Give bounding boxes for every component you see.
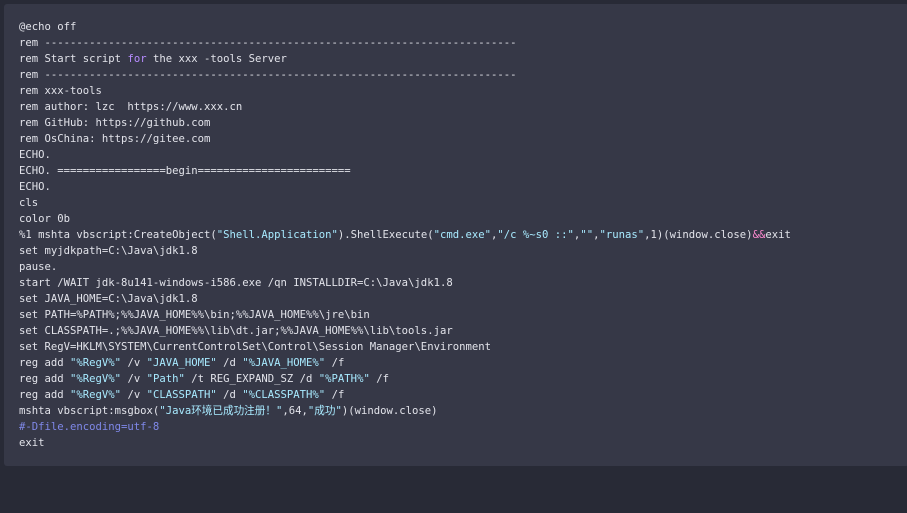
code-line: rem author: lzc https://www.xxx.cn <box>19 99 791 115</box>
string-literal: "%JAVA_HOME%" <box>242 357 326 369</box>
code-line: pause. <box>19 259 791 275</box>
code-text: /v <box>121 357 147 369</box>
code-text: )(window.close) <box>341 405 438 417</box>
code-text: /f <box>325 389 345 401</box>
string-literal: "%RegV%" <box>70 373 122 385</box>
code-line: rem ------------------------------------… <box>19 35 791 51</box>
code-text: /v <box>121 373 147 385</box>
code-text: exit <box>765 229 791 241</box>
string-literal: "%RegV%" <box>70 357 122 369</box>
code-text: @echo off <box>19 21 77 33</box>
code-text: ECHO. <box>19 149 51 161</box>
code-text: reg add <box>19 373 71 385</box>
code-block-panel: @echo off rem ---------------------------… <box>4 4 907 466</box>
code-text: start /WAIT jdk-8u141-windows-i586.exe /… <box>19 277 453 289</box>
code-text: the xxx -tools Server <box>146 53 287 65</box>
code-text: rem ------------------------------------… <box>19 69 517 81</box>
string-literal: "CLASSPATH" <box>146 389 217 401</box>
code-line: set JAVA_HOME=C:\Java\jdk1.8 <box>19 291 791 307</box>
code-text: /t REG_EXPAND_SZ /d <box>184 373 319 385</box>
code-line: rem GitHub: https://github.com <box>19 115 791 131</box>
string-literal: "/c %~s0 ::" <box>497 229 574 241</box>
code-text: ,1)(window.close) <box>644 229 753 241</box>
string-literal: "Java环境已成功注册！" <box>159 405 283 417</box>
code-text: /v <box>121 389 147 401</box>
code-line: set RegV=HKLM\SYSTEM\CurrentControlSet\C… <box>19 339 791 355</box>
string-literal: "Path" <box>146 373 185 385</box>
code-line: rem Start script for the xxx -tools Serv… <box>19 51 791 67</box>
code-line: rem ------------------------------------… <box>19 67 791 83</box>
code-line: ECHO. <box>19 147 791 163</box>
code-text: reg add <box>19 357 71 369</box>
code-text: rem OsChina: https://gitee.com <box>19 133 211 145</box>
code-text: /f <box>369 373 389 385</box>
code-text: /d <box>216 357 243 369</box>
keyword: for <box>127 53 147 65</box>
code-line: %1 mshta vbscript:CreateObject("Shell.Ap… <box>19 227 791 243</box>
code-text: ECHO. =================begin============… <box>19 165 351 177</box>
code-line: start /WAIT jdk-8u141-windows-i586.exe /… <box>19 275 791 291</box>
code-line: reg add "%RegV%" /v "CLASSPATH" /d "%CLA… <box>19 387 791 403</box>
code-block: @echo off rem ---------------------------… <box>19 19 791 451</box>
string-literal: "" <box>580 229 594 241</box>
string-literal: "成功" <box>307 405 342 417</box>
code-text: ,64, <box>282 405 308 417</box>
code-text: /f <box>325 357 345 369</box>
code-text: rem ------------------------------------… <box>19 37 517 49</box>
comment-text: #-Dfile.encoding=utf-8 <box>19 421 160 433</box>
code-line: cls <box>19 195 791 211</box>
string-literal: "%RegV%" <box>70 389 122 401</box>
code-line: mshta vbscript:msgbox("Java环境已成功注册！",64,… <box>19 403 791 419</box>
code-line: reg add "%RegV%" /v "Path" /t REG_EXPAND… <box>19 371 791 387</box>
code-text: rem GitHub: https://github.com <box>19 117 211 129</box>
code-text: ).ShellExecute( <box>337 229 434 241</box>
code-text: set myjdkpath=C:\Java\jdk1.8 <box>19 245 198 257</box>
code-line: #-Dfile.encoding=utf-8 <box>19 419 791 435</box>
code-text: set RegV=HKLM\SYSTEM\CurrentControlSet\C… <box>19 341 491 353</box>
code-text: pause. <box>19 261 58 273</box>
code-text: /d <box>216 389 243 401</box>
code-line: set CLASSPATH=.;%%JAVA_HOME%%\lib\dt.jar… <box>19 323 791 339</box>
code-text: exit <box>19 437 45 449</box>
string-literal: "%CLASSPATH%" <box>242 389 326 401</box>
code-line: @echo off <box>19 19 791 35</box>
string-literal: "JAVA_HOME" <box>146 357 217 369</box>
code-text: set JAVA_HOME=C:\Java\jdk1.8 <box>19 293 198 305</box>
code-line: set myjdkpath=C:\Java\jdk1.8 <box>19 243 791 259</box>
code-line: ECHO. <box>19 179 791 195</box>
string-literal: "cmd.exe" <box>433 229 491 241</box>
code-text: set PATH=%PATH%;%%JAVA_HOME%%\bin;%%JAVA… <box>19 309 370 321</box>
operator: && <box>752 229 766 241</box>
code-text: color 0b <box>19 213 71 225</box>
code-text: cls <box>19 197 39 209</box>
code-text: reg add <box>19 389 71 401</box>
code-text: rem xxx-tools <box>19 85 102 97</box>
code-line: set PATH=%PATH%;%%JAVA_HOME%%\bin;%%JAVA… <box>19 307 791 323</box>
code-line: rem OsChina: https://gitee.com <box>19 131 791 147</box>
code-text: %1 mshta vbscript:CreateObject( <box>19 229 217 241</box>
code-text: mshta vbscript:msgbox( <box>19 405 160 417</box>
string-literal: "%PATH%" <box>318 373 370 385</box>
code-line: exit <box>19 435 791 451</box>
code-text: set CLASSPATH=.;%%JAVA_HOME%%\lib\dt.jar… <box>19 325 453 337</box>
string-literal: "Shell.Application" <box>216 229 338 241</box>
code-line: ECHO. =================begin============… <box>19 163 791 179</box>
code-line: reg add "%RegV%" /v "JAVA_HOME" /d "%JAV… <box>19 355 791 371</box>
code-text: ECHO. <box>19 181 51 193</box>
code-text: rem author: lzc https://www.xxx.cn <box>19 101 243 113</box>
string-literal: "runas" <box>599 229 645 241</box>
code-text: rem Start script <box>19 53 128 65</box>
code-line: rem xxx-tools <box>19 83 791 99</box>
code-line: color 0b <box>19 211 791 227</box>
